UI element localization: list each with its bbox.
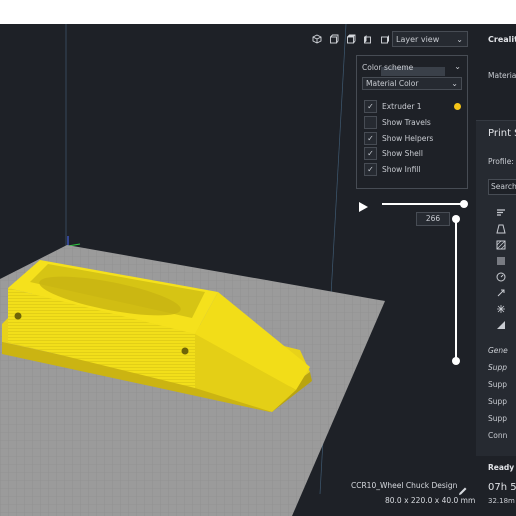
divider xyxy=(476,120,516,121)
right-side-panel: Creality Material Print S Profile: Searc… xyxy=(476,24,516,516)
category-support-4[interactable]: Supp xyxy=(488,414,507,423)
top-view-icon[interactable] xyxy=(344,32,358,46)
left-view-icon[interactable] xyxy=(361,32,375,46)
front-view-icon[interactable] xyxy=(327,32,341,46)
extruder-1-label: Extruder 1 xyxy=(382,102,422,111)
profile-label: Profile: xyxy=(488,157,514,166)
quality-icon[interactable] xyxy=(496,208,506,218)
extruder-1-checkbox[interactable]: ✓ xyxy=(364,100,377,113)
color-scheme-dropdown[interactable]: Material Color ⌄ xyxy=(362,77,462,90)
color-scheme-header[interactable]: Color scheme ⌄ xyxy=(362,61,462,74)
layer-slider-bottom-handle[interactable] xyxy=(452,357,460,365)
cooling-icon[interactable] xyxy=(496,304,506,314)
material-label: Material xyxy=(488,71,516,80)
view-mode-label: Layer view xyxy=(396,34,440,44)
right-view-icon[interactable] xyxy=(378,32,392,46)
view-mode-dropdown[interactable]: Layer view ⌄ xyxy=(392,31,468,47)
search-input[interactable]: Search... xyxy=(488,179,516,195)
show-infill-checkbox[interactable]: ✓ xyxy=(364,163,377,176)
show-helpers-checkbox[interactable]: ✓ xyxy=(364,132,377,145)
infill-icon[interactable] xyxy=(496,240,506,250)
category-general[interactable]: Gene xyxy=(488,346,508,355)
layer-number-input[interactable]: 266 xyxy=(416,212,450,226)
material-usage: 32.18m xyxy=(488,497,515,505)
chevron-down-icon: ⌄ xyxy=(451,79,458,88)
layer-slider-top-handle[interactable] xyxy=(452,215,460,223)
shell-icon[interactable] xyxy=(496,224,506,234)
layer-simulation-slider[interactable] xyxy=(382,203,464,205)
show-travels-checkbox[interactable] xyxy=(364,116,377,129)
support-icon[interactable] xyxy=(496,320,506,330)
speed-icon[interactable] xyxy=(496,272,506,282)
travel-icon[interactable] xyxy=(496,288,506,298)
simulation-slider-handle[interactable] xyxy=(460,200,468,208)
category-support-3[interactable]: Supp xyxy=(488,397,507,406)
object-name: CCR10_Wheel Chuck Design xyxy=(351,481,458,490)
printer-name[interactable]: Creality xyxy=(488,35,516,44)
layer-range-slider[interactable] xyxy=(455,219,457,360)
show-helpers-label: Show Helpers xyxy=(382,134,434,143)
category-support-1[interactable]: Supp xyxy=(488,363,507,372)
view-toolbar xyxy=(310,32,392,46)
print-settings-title: Print S xyxy=(488,128,516,139)
chevron-down-icon: ⌄ xyxy=(454,62,461,71)
chevron-down-icon: ⌄ xyxy=(456,35,463,44)
color-scheme-value: Material Color xyxy=(366,79,419,88)
show-shell-label: Show Shell xyxy=(382,149,423,158)
extruder-color-swatch xyxy=(454,103,461,110)
color-scheme-panel: Color scheme ⌄ Material Color ⌄ ✓ Extrud… xyxy=(356,55,468,189)
category-support-2[interactable]: Supp xyxy=(488,380,507,389)
material-icon[interactable] xyxy=(496,256,506,266)
print-time: 07h 5 xyxy=(488,482,516,493)
show-travels-label: Show Travels xyxy=(382,118,431,127)
show-infill-label: Show Infill xyxy=(382,165,421,174)
status-text: Ready t xyxy=(488,463,516,472)
3d-view-icon[interactable] xyxy=(310,32,324,46)
color-scheme-title: Color scheme xyxy=(362,63,414,72)
object-dimensions: 80.0 x 220.0 x 40.0 mm xyxy=(385,496,476,505)
category-connect[interactable]: Conn xyxy=(488,431,507,440)
play-icon[interactable] xyxy=(357,198,369,212)
top-bar xyxy=(0,0,516,24)
show-shell-checkbox[interactable]: ✓ xyxy=(364,147,377,160)
